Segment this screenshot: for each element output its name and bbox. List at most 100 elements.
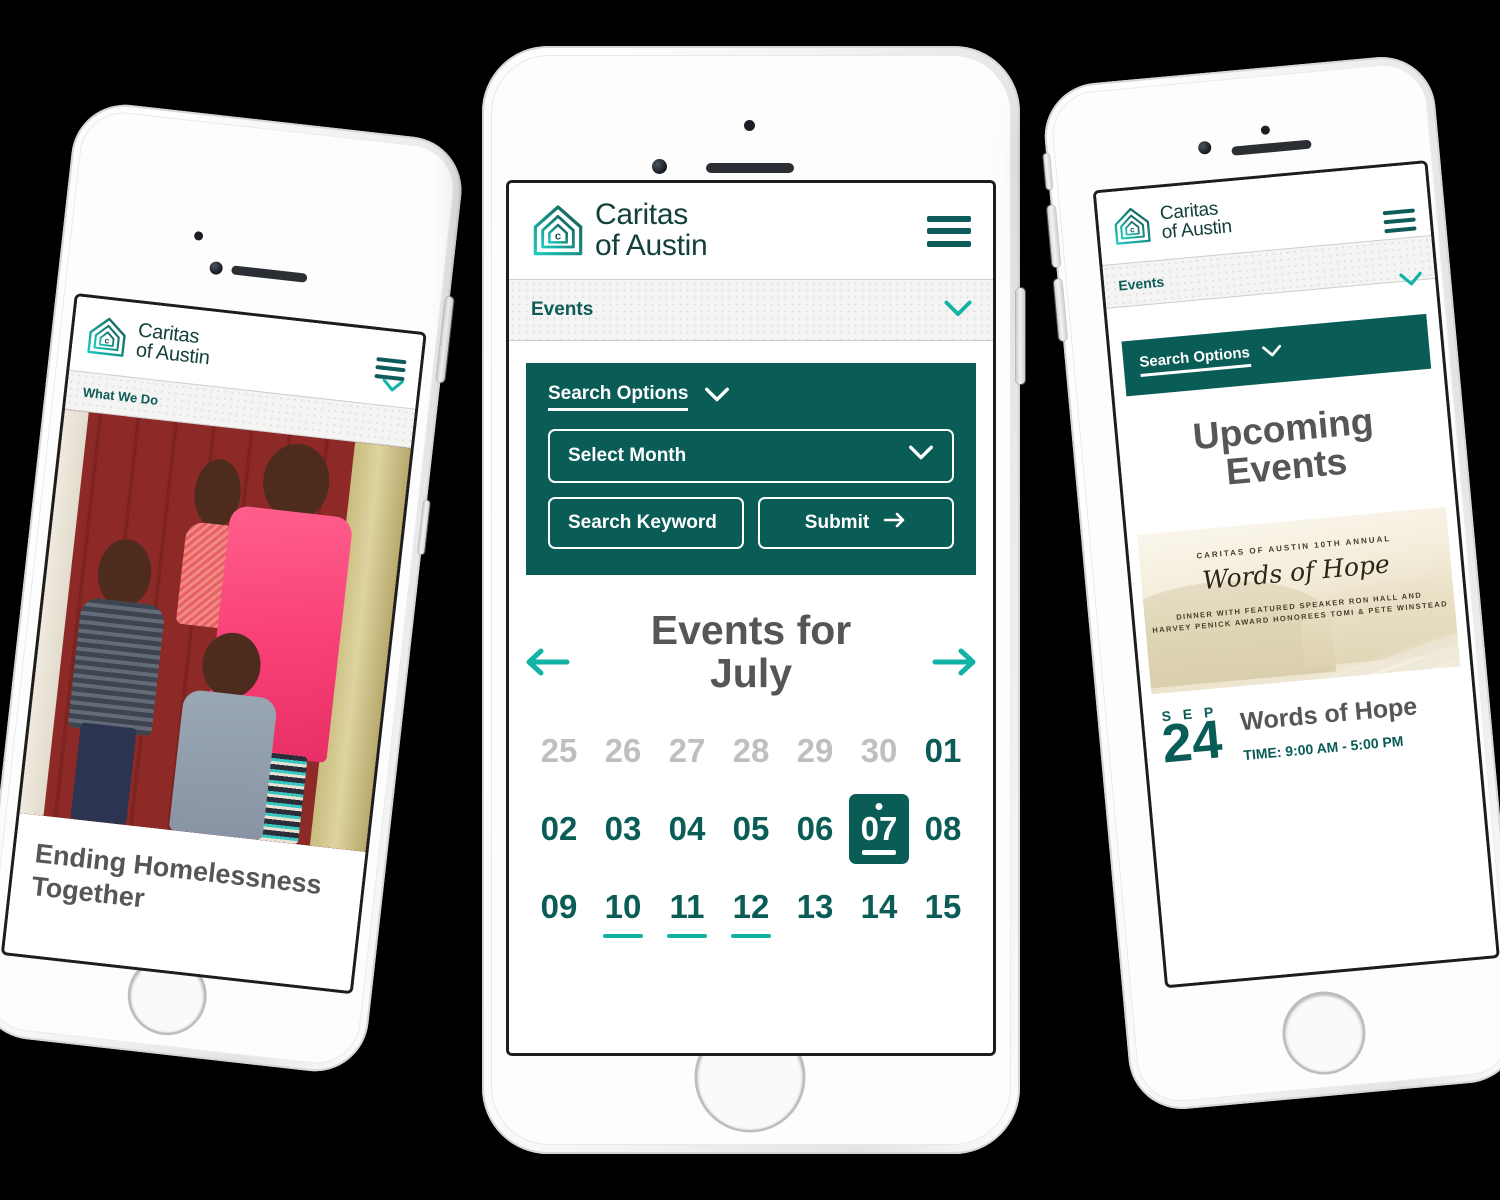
brand-logo[interactable]: c Caritas of Austin (85, 314, 213, 369)
calendar-day: 26 (591, 720, 655, 782)
hamburger-menu-icon[interactable] (374, 356, 407, 381)
svg-text:c: c (104, 335, 110, 345)
house-logo-icon: c (1114, 207, 1151, 245)
submit-button[interactable]: Submit (758, 497, 954, 549)
calendar-title-line-2: July (709, 649, 793, 696)
calendar-day: 25 (527, 720, 591, 782)
calendar-day[interactable]: 02 (527, 798, 591, 860)
calendar-title: Events for July (523, 609, 979, 694)
calendar-day[interactable]: 08 (911, 798, 975, 860)
ring-silent-switch[interactable] (1043, 153, 1053, 190)
chevron-down-icon[interactable] (704, 387, 730, 408)
calendar-day-label: 25 (540, 732, 578, 770)
brand-line-2: of Austin (595, 229, 708, 262)
site-header: c Caritas of Austin (509, 183, 993, 279)
calendar-week-row: 25 26 27 28 29 30 01 (527, 720, 975, 782)
calendar-day-label: 03 (604, 810, 642, 848)
calendar-day-label: 08 (924, 810, 962, 848)
brand-line-2: of Austin (1160, 216, 1233, 244)
chevron-down-icon[interactable] (943, 300, 973, 318)
front-camera-icon (652, 159, 667, 174)
hamburger-menu-icon[interactable] (1382, 208, 1417, 234)
next-month-button[interactable] (931, 647, 979, 682)
event-poster-image[interactable]: CARITAS OF AUSTIN 10TH ANNUAL Words of H… (1137, 506, 1461, 695)
calendar-day[interactable]: 07 (847, 794, 911, 865)
calendar-day-label: 10 (604, 888, 642, 926)
search-options-title[interactable]: Search Options (548, 383, 689, 411)
house-logo-icon: c (87, 317, 126, 357)
calendar-day-label: 01 (924, 732, 962, 770)
calendar-day-label: 07 (860, 810, 898, 848)
calendar-day-label: 04 (668, 810, 706, 848)
hamburger-menu-icon[interactable] (927, 215, 971, 247)
calendar-day-label: 11 (669, 888, 705, 926)
calendar-day[interactable]: 14 (847, 876, 911, 938)
chevron-down-icon[interactable] (1398, 271, 1423, 288)
calendar-day[interactable]: 10 (591, 876, 655, 939)
calendar-title-line-1: Events for (650, 607, 852, 653)
brand-logo[interactable]: c Caritas of Austin (531, 198, 708, 262)
calendar-day-label: 14 (860, 888, 898, 926)
calendar-day-label: 30 (860, 732, 898, 770)
calendar-day-label: 15 (924, 888, 962, 926)
selected-day-bar (862, 850, 896, 856)
selected-day-dot (875, 803, 883, 811)
svg-text:c: c (1130, 225, 1136, 234)
power-button[interactable] (1016, 288, 1025, 384)
screenshot-stage: c Caritas of Austin What We Do Ending Ho… (0, 0, 1500, 1200)
calendar-day[interactable]: 06 (783, 798, 847, 860)
chevron-down-icon[interactable] (1261, 344, 1283, 364)
calendar-day[interactable]: 11 (655, 876, 719, 939)
calendar-day-label: 09 (540, 888, 578, 926)
calendar-day: 30 (847, 720, 911, 782)
calendar-week-row: 02 03 04 05 06 07 08 (527, 794, 975, 865)
search-keyword-input[interactable]: Search Keyword (548, 497, 744, 549)
search-options-panel: Search Options Select Month Search Keywo… (526, 363, 976, 575)
breadcrumb-label: Events (1117, 273, 1165, 294)
brand-logo[interactable]: c Caritas of Austin (1111, 197, 1233, 248)
volume-down-button[interactable] (1053, 278, 1068, 342)
calendar-day[interactable]: 09 (527, 876, 591, 938)
search-options-panel: Search Options (1121, 313, 1432, 397)
arrow-right-icon (883, 512, 907, 534)
proximity-sensor-icon (744, 120, 755, 131)
volume-up-button[interactable] (1046, 205, 1061, 268)
breadcrumb-label: What We Do (82, 384, 160, 408)
calendar-day-label: 06 (796, 810, 834, 848)
calendar-day[interactable]: 04 (655, 798, 719, 860)
phone-device-center: c Caritas of Austin Events Search Option… (482, 46, 1025, 1154)
calendar-grid: 25 26 27 28 29 30 01 02 03 04 05 06 07 08 09 10 11 12 13 14… (509, 694, 993, 939)
phone-device-left: c Caritas of Austin What We Do Ending Ho… (0, 99, 468, 1077)
phone-screen-center: c Caritas of Austin Events Search Option… (509, 183, 993, 1053)
calendar-day-label: 28 (732, 732, 770, 770)
calendar-day-label: 05 (732, 810, 770, 848)
event-date: S E P 24 (1153, 703, 1230, 774)
calendar-day[interactable]: 03 (591, 798, 655, 860)
sim-tray (418, 500, 431, 555)
event-day: 24 (1159, 709, 1225, 775)
brand-line-1: Caritas (595, 198, 688, 232)
search-keyword-placeholder: Search Keyword (568, 512, 717, 533)
month-select[interactable]: Select Month (548, 429, 954, 483)
calendar-day: 28 (719, 720, 783, 782)
hero-heading: Ending Homelessness Together (29, 838, 324, 914)
house-logo-icon: c (533, 205, 583, 256)
upcoming-events-heading: Upcoming Events (1117, 395, 1453, 502)
calendar-week-row: 09 10 11 12 13 14 15 (527, 876, 975, 939)
site-viewport-center: c Caritas of Austin Events Search Option… (509, 183, 993, 1053)
submit-label: Submit (804, 512, 870, 533)
calendar-day[interactable]: 05 (719, 798, 783, 860)
calendar-day[interactable]: 13 (783, 876, 847, 938)
breadcrumb-label: Events (531, 299, 594, 320)
chevron-down-icon (908, 445, 934, 467)
search-options-title[interactable]: Search Options (1138, 344, 1252, 377)
hero-photo (19, 409, 411, 852)
prev-month-button[interactable] (523, 647, 571, 682)
svg-text:c: c (555, 231, 561, 243)
chevron-down-icon[interactable] (381, 378, 404, 394)
phone-screen-left: c Caritas of Austin What We Do Ending Ho… (4, 296, 424, 991)
breadcrumb-bar: Events (509, 279, 993, 341)
calendar-day[interactable]: 12 (719, 876, 783, 939)
calendar-day[interactable]: 15 (911, 876, 975, 938)
calendar-day[interactable]: 01 (911, 720, 975, 782)
